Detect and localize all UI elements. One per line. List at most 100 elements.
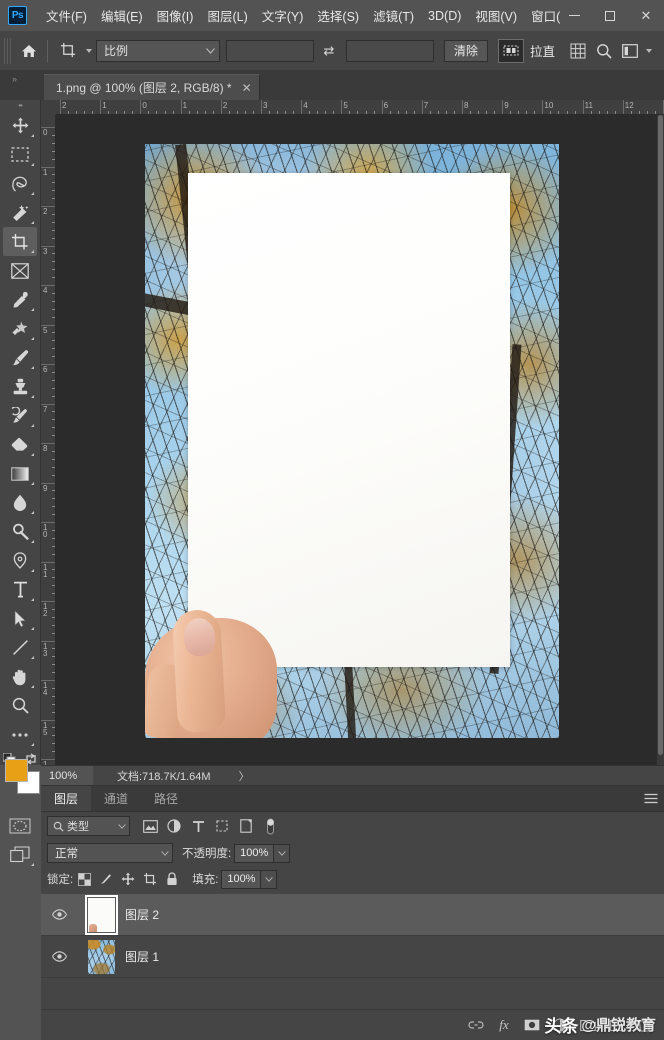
new-layer-button[interactable] xyxy=(602,1012,630,1038)
history-brush-tool-icon[interactable] xyxy=(3,401,37,430)
blur-tool-icon[interactable] xyxy=(3,488,37,517)
quick-mask-icon[interactable] xyxy=(3,811,37,840)
type-filter-icon[interactable] xyxy=(186,815,210,837)
opacity-caret-icon[interactable] xyxy=(274,843,291,863)
layer-style-button[interactable]: fx xyxy=(490,1012,518,1038)
shape-filter-icon[interactable] xyxy=(210,815,234,837)
eye-icon[interactable] xyxy=(41,951,77,962)
layer-row[interactable]: 图层 1 xyxy=(41,936,664,978)
layer-row[interactable]: 图层 2 xyxy=(41,894,664,936)
search-icon[interactable] xyxy=(591,38,617,64)
filter-toggle-icon[interactable] xyxy=(258,815,282,837)
options-bar-grip[interactable] xyxy=(4,37,13,64)
foreground-color-swatch[interactable] xyxy=(5,759,28,782)
clone-stamp-tool-icon[interactable] xyxy=(3,372,37,401)
crop-width-input[interactable] xyxy=(226,39,314,62)
menu-item[interactable]: 图层(L) xyxy=(200,2,254,29)
panel-menu-icon[interactable] xyxy=(638,786,664,811)
type-tool-icon[interactable] xyxy=(3,575,37,604)
edit-toolbar-tool-icon[interactable] xyxy=(3,720,37,749)
vertical-scrollbar-thumb[interactable] xyxy=(658,115,663,755)
artboard[interactable] xyxy=(145,144,559,738)
maximize-button[interactable] xyxy=(592,0,628,31)
menu-item[interactable]: 文字(Y) xyxy=(255,2,311,29)
healing-brush-tool-icon[interactable] xyxy=(3,314,37,343)
hand-tool-icon[interactable] xyxy=(3,662,37,691)
magic-wand-tool-icon[interactable] xyxy=(3,198,37,227)
layer-thumbnail-cell[interactable] xyxy=(77,939,125,974)
close-button[interactable]: ✕ xyxy=(628,0,664,31)
smart-object-filter-icon[interactable] xyxy=(234,815,258,837)
document-tab[interactable]: 1.png @ 100% (图层 2, RGB/8) * ✕ xyxy=(44,74,260,100)
crop-height-input[interactable] xyxy=(346,39,434,62)
zoom-tool-icon[interactable] xyxy=(3,691,37,720)
grid-overlay-icon[interactable] xyxy=(565,38,591,64)
tools-panel-grip[interactable]: •• xyxy=(0,100,40,111)
eye-icon[interactable] xyxy=(41,909,77,920)
move-tool-icon[interactable] xyxy=(3,111,37,140)
crop-tool-icon[interactable] xyxy=(3,227,37,256)
minimize-button[interactable] xyxy=(556,0,592,31)
vertical-scrollbar[interactable] xyxy=(657,115,664,765)
crop-ratio-select[interactable]: 比例 xyxy=(96,39,220,62)
crop-tool-preset-caret[interactable] xyxy=(86,48,92,53)
eyedropper-tool-icon[interactable] xyxy=(3,285,37,314)
new-group-button[interactable] xyxy=(574,1012,602,1038)
lock-position-icon[interactable] xyxy=(117,869,139,889)
close-icon[interactable]: ✕ xyxy=(242,81,252,95)
home-icon[interactable] xyxy=(16,38,42,64)
menu-item[interactable]: 视图(V) xyxy=(468,2,524,29)
workspace-icon[interactable] xyxy=(617,38,643,64)
horizontal-ruler[interactable]: 2101234567891011121 xyxy=(56,100,664,115)
panel-tab[interactable]: 图层 xyxy=(41,786,92,811)
rectangular-marquee-tool-icon[interactable] xyxy=(3,140,37,169)
layer-thumbnail-cell[interactable] xyxy=(77,894,125,935)
swap-dimensions-icon[interactable]: ⇄ xyxy=(318,43,340,59)
fill-caret-icon[interactable] xyxy=(261,869,278,889)
status-expand-icon[interactable]: 〉 xyxy=(239,768,250,784)
lasso-tool-icon[interactable] xyxy=(3,169,37,198)
lock-all-icon[interactable] xyxy=(161,869,183,889)
menu-item[interactable]: 滤镜(T) xyxy=(366,2,421,29)
dodge-tool-icon[interactable] xyxy=(3,517,37,546)
layer-filter-type-select[interactable]: 类型 xyxy=(47,816,130,836)
menu-item[interactable]: 3D(D) xyxy=(421,5,468,27)
clear-button[interactable]: 清除 xyxy=(444,39,489,62)
layer-name: 图层 2 xyxy=(125,908,160,922)
opacity-input[interactable]: 100% xyxy=(234,843,275,863)
tab-bar-grip[interactable]: » xyxy=(0,71,28,100)
workspace-caret-icon[interactable] xyxy=(646,48,653,53)
zoom-level-input[interactable]: 100% xyxy=(41,765,93,786)
brush-tool-icon[interactable] xyxy=(3,343,37,372)
blend-mode-select[interactable]: 正常 xyxy=(47,843,173,863)
menu-item[interactable]: 选择(S) xyxy=(310,2,366,29)
pen-tool-icon[interactable] xyxy=(3,546,37,575)
pixel-filter-icon[interactable] xyxy=(138,815,162,837)
path-selection-tool-icon[interactable] xyxy=(3,604,37,633)
gradient-tool-icon[interactable] xyxy=(3,459,37,488)
lock-row: 锁定: 填充: 100% xyxy=(41,866,664,892)
fill-input[interactable]: 100% xyxy=(221,869,262,889)
menu-item[interactable]: 文件(F) xyxy=(39,2,94,29)
panel-tab[interactable]: 通道 xyxy=(91,786,141,811)
lock-image-icon[interactable] xyxy=(95,869,117,889)
adjustment-layer-button[interactable] xyxy=(546,1012,574,1038)
canvas-area[interactable] xyxy=(56,115,658,765)
line-tool-icon[interactable] xyxy=(3,633,37,662)
link-layers-button[interactable] xyxy=(462,1012,490,1038)
straighten-icon[interactable] xyxy=(498,38,525,63)
panel-tab[interactable]: 路径 xyxy=(141,786,191,811)
delete-layer-button[interactable] xyxy=(630,1012,658,1038)
menu-item[interactable]: 编辑(E) xyxy=(94,2,150,29)
frame-tool-icon[interactable] xyxy=(3,256,37,285)
eraser-tool-icon[interactable] xyxy=(3,430,37,459)
menu-item[interactable]: 图像(I) xyxy=(150,2,201,29)
vertical-ruler[interactable]: 012345678910111213141516 xyxy=(41,115,56,765)
lock-transparency-icon[interactable] xyxy=(73,869,95,889)
screen-mode-icon[interactable] xyxy=(3,840,37,869)
crop-tool-icon[interactable] xyxy=(53,38,83,64)
adjustment-filter-icon[interactable] xyxy=(162,815,186,837)
layer-mask-button[interactable] xyxy=(518,1012,546,1038)
straighten-label[interactable]: 拉直 xyxy=(530,41,555,60)
lock-artboard-icon[interactable] xyxy=(139,869,161,889)
